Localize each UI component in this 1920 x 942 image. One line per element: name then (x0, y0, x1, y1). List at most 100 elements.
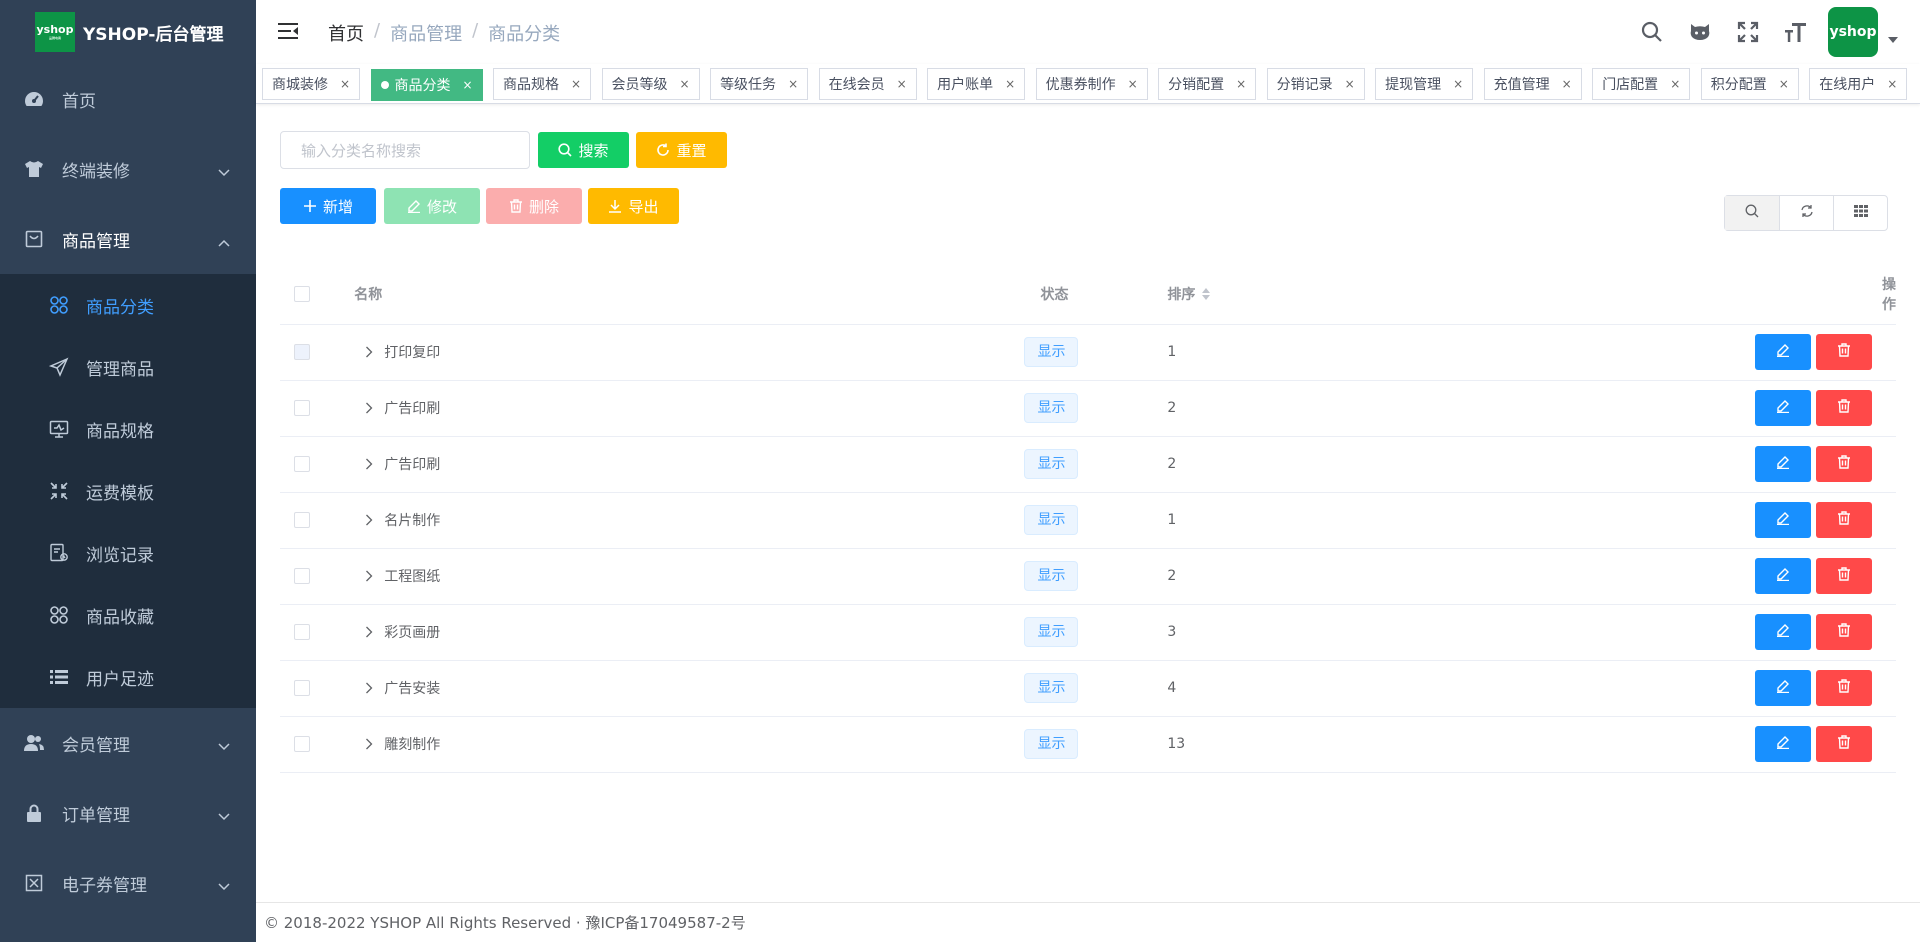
row-checkbox[interactable] (294, 400, 310, 416)
close-icon[interactable]: × (340, 77, 350, 91)
expand-arrow-icon[interactable] (354, 738, 384, 750)
row-delete-button[interactable] (1816, 390, 1872, 426)
sidebar-logo[interactable]: yshop 品牌电商 YSHOP-后台管理 (0, 0, 256, 64)
tag-item[interactable]: 会员等级 × (601, 68, 700, 100)
row-checkbox[interactable] (294, 456, 310, 472)
tag-item[interactable]: 商城装修 × (262, 68, 361, 100)
close-icon[interactable]: × (571, 77, 581, 91)
row-delete-button[interactable] (1816, 558, 1872, 594)
row-edit-button[interactable] (1755, 446, 1811, 482)
row-checkbox[interactable] (294, 344, 310, 360)
close-icon[interactable]: × (1453, 77, 1463, 91)
close-icon[interactable]: × (680, 77, 690, 91)
tag-item[interactable]: 商品规格 × (493, 68, 592, 100)
close-icon[interactable]: × (1236, 77, 1246, 91)
close-icon[interactable]: × (1670, 77, 1680, 91)
add-button[interactable]: 新增 (280, 188, 376, 224)
row-edit-button[interactable] (1755, 614, 1811, 650)
sidebar-item-members[interactable]: 会员管理 (0, 708, 256, 778)
sidebar-item-orders[interactable]: 订单管理 (0, 778, 256, 848)
sidebar-item-coupons[interactable]: 电子券管理 (0, 848, 256, 918)
tag-item[interactable]: 分销配置 × (1158, 68, 1257, 100)
tag-item[interactable]: 优惠券制作 × (1035, 68, 1148, 100)
row-delete-button[interactable] (1816, 670, 1872, 706)
row-checkbox[interactable] (294, 680, 310, 696)
sidebar-item-browse-log[interactable]: 浏览记录 (0, 522, 256, 584)
font-size-icon[interactable] (1772, 21, 1820, 43)
tag-item[interactable]: 在线用户 × (1809, 68, 1908, 100)
reset-button[interactable]: 重置 (636, 132, 727, 168)
sidebar-item-favorites[interactable]: 商品收藏 (0, 584, 256, 646)
row-edit-button[interactable] (1755, 558, 1811, 594)
avatar[interactable]: yshop (1828, 7, 1878, 57)
expand-arrow-icon[interactable] (354, 514, 384, 526)
row-checkbox[interactable] (294, 568, 310, 584)
toggle-search-button[interactable] (1725, 196, 1779, 230)
expand-arrow-icon[interactable] (354, 402, 384, 414)
close-icon[interactable]: × (897, 77, 907, 91)
close-icon[interactable]: × (463, 78, 473, 92)
row-delete-button[interactable] (1816, 446, 1872, 482)
row-edit-button[interactable] (1755, 390, 1811, 426)
close-icon[interactable]: × (1887, 77, 1897, 91)
delete-button[interactable]: 删除 (486, 188, 582, 224)
breadcrumb-home[interactable]: 首页 (328, 20, 364, 46)
tag-item[interactable]: 积分配置 × (1700, 68, 1799, 100)
sidebar-item-category[interactable]: 商品分类 (0, 274, 256, 336)
edit-button[interactable]: 修改 (384, 188, 480, 224)
row-delete-button[interactable] (1816, 502, 1872, 538)
tag-item[interactable]: 提现管理 × (1375, 68, 1474, 100)
close-icon[interactable]: × (1128, 77, 1138, 91)
row-checkbox[interactable] (294, 736, 310, 752)
columns-button[interactable] (1833, 196, 1887, 230)
sidebar-item-decoration[interactable]: 终端装修 (0, 134, 256, 204)
search-button[interactable]: 搜索 (538, 132, 629, 168)
table-row: 打印复印 显示 1 (280, 324, 1896, 381)
row-checkbox[interactable] (294, 512, 310, 528)
tag-item[interactable]: 充值管理 × (1483, 68, 1582, 100)
export-button[interactable]: 导出 (588, 188, 679, 224)
github-icon[interactable] (1676, 21, 1724, 43)
tag-item[interactable]: 分销记录 × (1266, 68, 1365, 100)
caret-down-icon[interactable] (1888, 31, 1898, 47)
refresh-button[interactable] (1779, 196, 1833, 230)
row-edit-button[interactable] (1755, 670, 1811, 706)
close-icon[interactable]: × (1005, 77, 1015, 91)
expand-arrow-icon[interactable] (354, 626, 384, 638)
hamburger-icon[interactable] (278, 22, 298, 44)
sidebar-item-goods[interactable]: 商品管理 (0, 204, 256, 274)
expand-arrow-icon[interactable] (354, 570, 384, 582)
tag-item[interactable]: 在线会员 × (818, 68, 917, 100)
search-input[interactable]: 输入分类名称搜索 (280, 131, 530, 169)
tag-item[interactable]: 等级任务 × (710, 68, 809, 100)
sidebar-item-home[interactable]: 首页 (0, 64, 256, 134)
header-sort[interactable]: 排序 (1167, 284, 1195, 304)
tag-item[interactable]: 用户账单 × (927, 68, 1026, 100)
sort-caret-icon[interactable] (1201, 287, 1211, 301)
sidebar-item-spec[interactable]: 商品规格 (0, 398, 256, 460)
row-edit-button[interactable] (1755, 502, 1811, 538)
row-edit-button[interactable] (1755, 334, 1811, 370)
tag-item[interactable]: 门店配置 × (1592, 68, 1691, 100)
close-icon[interactable]: × (1345, 77, 1355, 91)
select-all-checkbox[interactable] (294, 285, 310, 302)
tag-item-active[interactable]: 商品分类 × (370, 69, 483, 101)
row-delete-button[interactable] (1816, 614, 1872, 650)
row-edit-button[interactable] (1755, 726, 1811, 762)
expand-arrow-icon[interactable] (354, 682, 384, 694)
row-checkbox[interactable] (294, 624, 310, 640)
close-icon[interactable]: × (1562, 77, 1572, 91)
fullscreen-icon[interactable] (1724, 21, 1772, 43)
sidebar-item-manage-goods[interactable]: 管理商品 (0, 336, 256, 398)
sidebar-item-footprint[interactable]: 用户足迹 (0, 646, 256, 708)
status-badge: 显示 (1024, 337, 1079, 367)
search-icon[interactable] (1628, 21, 1676, 43)
status-badge: 显示 (1024, 505, 1079, 535)
sidebar-item-freight[interactable]: 运费模板 (0, 460, 256, 522)
row-delete-button[interactable] (1816, 726, 1872, 762)
expand-arrow-icon[interactable] (354, 346, 384, 358)
close-icon[interactable]: × (1779, 77, 1789, 91)
close-icon[interactable]: × (788, 77, 798, 91)
row-delete-button[interactable] (1816, 334, 1872, 370)
expand-arrow-icon[interactable] (354, 458, 384, 470)
